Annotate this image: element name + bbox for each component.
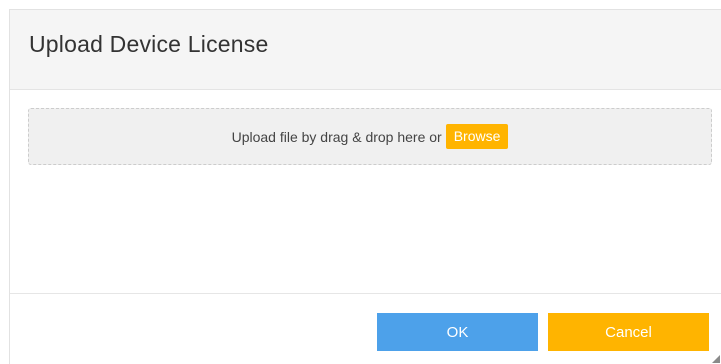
resize-grip-icon[interactable] — [712, 355, 720, 363]
cancel-button[interactable]: Cancel — [548, 313, 709, 351]
file-drop-zone[interactable]: Upload file by drag & drop here or Brows… — [28, 108, 712, 165]
browse-button[interactable]: Browse — [445, 124, 509, 149]
dialog-title: Upload Device License — [29, 31, 269, 57]
footer-divider — [10, 293, 721, 294]
ok-button[interactable]: OK — [377, 313, 538, 351]
dialog-header: Upload Device License — [10, 10, 721, 90]
upload-license-dialog: Upload Device License Upload file by dra… — [9, 9, 721, 364]
drop-zone-text: Upload file by drag & drop here or — [231, 128, 442, 145]
drop-zone-content: Upload file by drag & drop here or Brows… — [29, 109, 711, 164]
